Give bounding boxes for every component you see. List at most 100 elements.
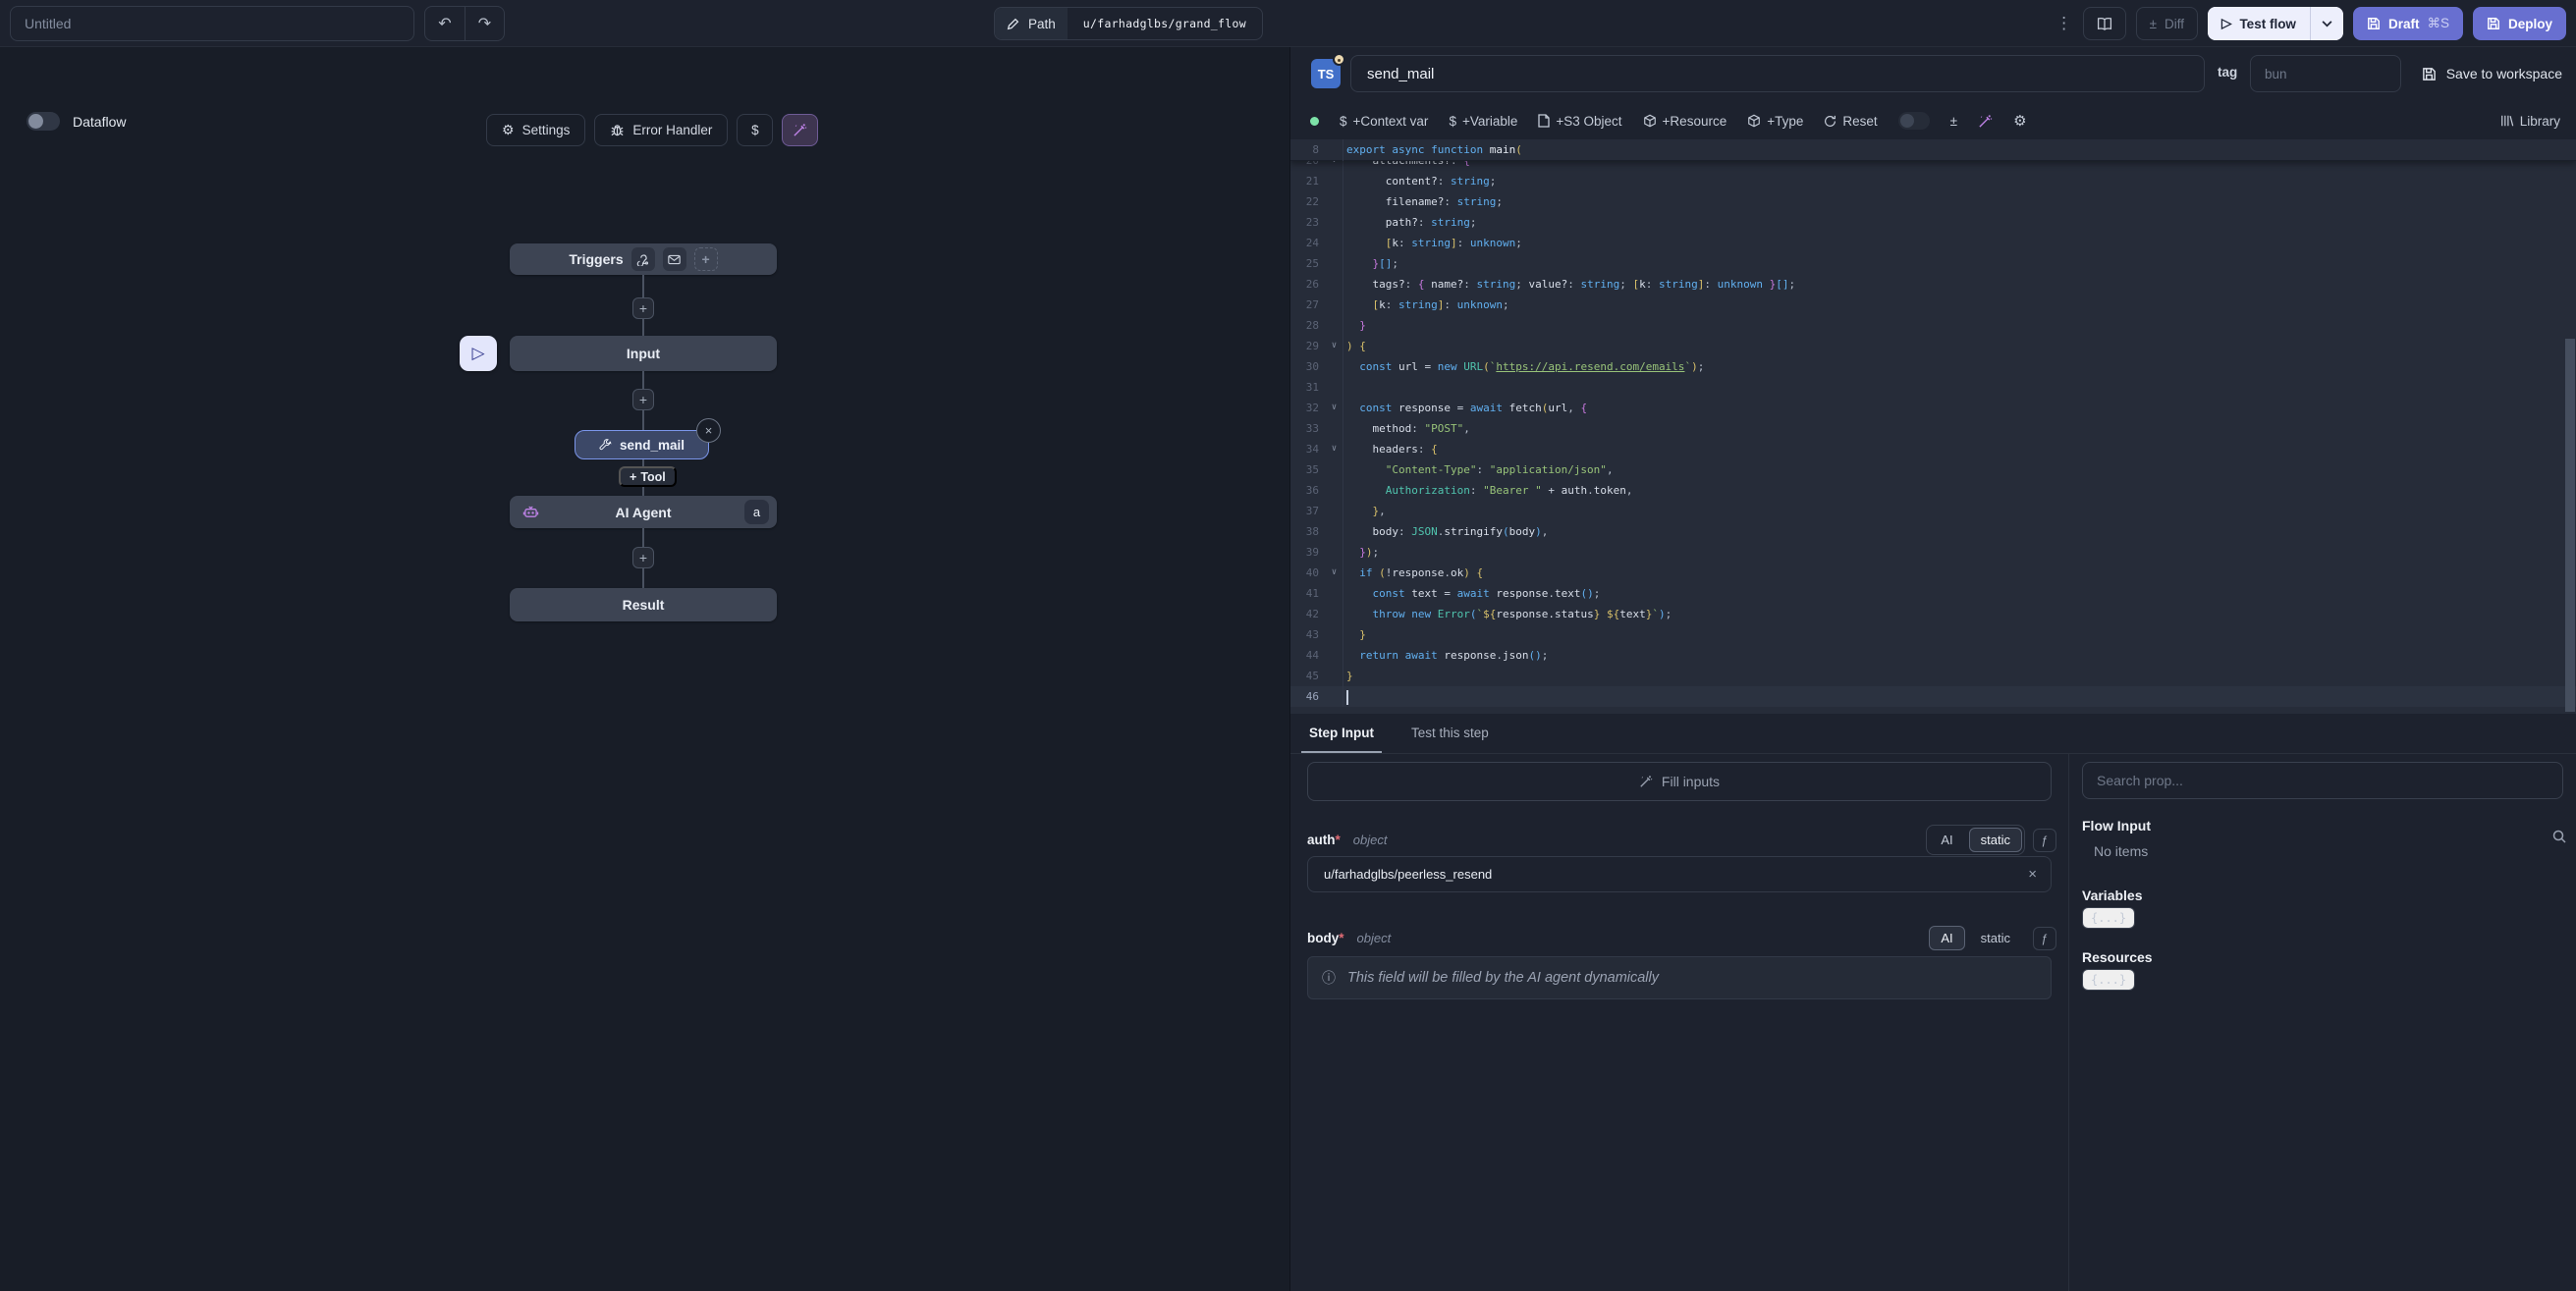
fill-inputs-button[interactable]: Fill inputs bbox=[1307, 762, 2052, 801]
draft-shortcut: ⌘S bbox=[2427, 16, 2449, 31]
library-button[interactable]: Library bbox=[2500, 114, 2560, 129]
tab-step-input[interactable]: Step Input bbox=[1307, 726, 1376, 753]
code-line[interactable]: 28 } bbox=[1290, 315, 2576, 336]
code-line[interactable]: 37 }, bbox=[1290, 501, 2576, 521]
assistant-toggle[interactable] bbox=[1898, 112, 1930, 130]
run-input-button[interactable]: ▷ bbox=[460, 336, 497, 371]
remove-tool-button[interactable]: × bbox=[696, 418, 721, 443]
code-line[interactable]: 8export async function main( bbox=[1290, 139, 2576, 161]
auth-mode-static[interactable]: static bbox=[1969, 828, 2022, 852]
code-line[interactable]: 21 content?: string; bbox=[1290, 171, 2576, 191]
code-line[interactable]: 23 path?: string; bbox=[1290, 212, 2576, 233]
triggers-node[interactable]: Triggers + bbox=[510, 243, 777, 275]
fold-chevron-icon[interactable]: ∨ bbox=[1326, 398, 1343, 418]
diff-button[interactable]: ± Diff bbox=[2136, 7, 2198, 40]
code-line[interactable]: 35 "Content-Type": "application/json", bbox=[1290, 459, 2576, 480]
docs-button[interactable] bbox=[2083, 7, 2126, 40]
ai-agent-node[interactable]: AI Agent a bbox=[510, 496, 777, 528]
add-s3-object-button[interactable]: +S3 Object bbox=[1538, 114, 1621, 129]
add-type-button[interactable]: +Type bbox=[1747, 114, 1803, 129]
email-trigger-icon[interactable] bbox=[663, 247, 686, 271]
ai-wand-button[interactable] bbox=[782, 114, 818, 146]
clear-auth-button[interactable]: × bbox=[2014, 866, 2051, 883]
code-line[interactable]: 27 [k: string]: unknown; bbox=[1290, 295, 2576, 315]
fold-chevron-icon[interactable]: ∨ bbox=[1326, 336, 1343, 356]
insert-step-button[interactable]: + bbox=[632, 547, 654, 568]
test-flow-button[interactable]: ▷ Test flow bbox=[2208, 7, 2310, 40]
code-line[interactable]: 44 return await response.json(); bbox=[1290, 645, 2576, 666]
error-handler-button[interactable]: Error Handler bbox=[594, 114, 728, 146]
code-lines[interactable]: 20∨ attachments?: {21 content?: string;2… bbox=[1290, 150, 2576, 707]
save-to-workspace-button[interactable]: Save to workspace bbox=[2422, 55, 2562, 92]
code-line[interactable]: 43 } bbox=[1290, 624, 2576, 645]
input-node[interactable]: Input bbox=[510, 336, 777, 371]
insert-step-button[interactable]: + bbox=[632, 389, 654, 410]
add-resource-button[interactable]: +Resource bbox=[1643, 114, 1727, 129]
agent-result-badge[interactable]: a bbox=[744, 500, 769, 524]
code-editor[interactable]: 20∨ attachments?: {21 content?: string;2… bbox=[1290, 139, 2576, 714]
fold-chevron-icon[interactable]: ∨ bbox=[1326, 563, 1343, 583]
code-line[interactable]: 45} bbox=[1290, 666, 2576, 686]
search-icon[interactable] bbox=[2551, 829, 2567, 844]
tag-input[interactable] bbox=[2250, 55, 2401, 92]
code-line[interactable]: 46 bbox=[1290, 686, 2576, 707]
add-context-var-button[interactable]: $ +Context var bbox=[1340, 114, 1428, 129]
code-line[interactable]: 22 filename?: string; bbox=[1290, 191, 2576, 212]
insert-step-button[interactable]: + bbox=[632, 297, 654, 319]
code-line[interactable]: 24 [k: string]: unknown; bbox=[1290, 233, 2576, 253]
code-line[interactable]: 41 const text = await response.text(); bbox=[1290, 583, 2576, 604]
flow-name-input[interactable] bbox=[10, 6, 414, 41]
dataflow-toggle[interactable] bbox=[27, 112, 60, 131]
code-line[interactable]: 29∨) { bbox=[1290, 336, 2576, 356]
code-line[interactable]: 32∨ const response = await fetch(url, { bbox=[1290, 398, 2576, 418]
code-line[interactable]: 30 const url = new URL(`https://api.rese… bbox=[1290, 356, 2576, 377]
tab-test-this-step[interactable]: Test this step bbox=[1409, 726, 1491, 753]
add-trigger-button[interactable]: + bbox=[694, 247, 718, 271]
dollar-button[interactable]: $ bbox=[737, 114, 773, 146]
flow-canvas[interactable]: Dataflow ⚙ Settings Error Handler $ Trig… bbox=[0, 47, 1289, 1291]
code-scrollbar-thumb[interactable] bbox=[2565, 339, 2575, 712]
expression-mode-icon[interactable]: ƒ bbox=[2033, 927, 2056, 950]
body-mode-ai[interactable]: AI bbox=[1929, 926, 1964, 950]
webhook-trigger-icon[interactable] bbox=[631, 247, 655, 271]
deploy-button[interactable]: Deploy bbox=[2473, 7, 2566, 40]
code-line[interactable]: 31 bbox=[1290, 377, 2576, 398]
code-line[interactable]: 38 body: JSON.stringify(body), bbox=[1290, 521, 2576, 542]
auth-mode-ai[interactable]: AI bbox=[1929, 828, 1964, 852]
diff-mode-button[interactable]: ± bbox=[1950, 114, 1957, 129]
prop-search-input[interactable] bbox=[2082, 762, 2563, 799]
draft-label: Draft bbox=[2388, 17, 2420, 31]
draft-button[interactable]: Draft ⌘S bbox=[2353, 7, 2463, 40]
add-variable-button[interactable]: $ +Variable bbox=[1449, 114, 1517, 129]
fold-chevron-icon[interactable]: ∨ bbox=[1326, 439, 1343, 459]
test-flow-dropdown[interactable] bbox=[2310, 7, 2343, 40]
auth-value-input[interactable] bbox=[1308, 867, 2014, 882]
resources-object-chip[interactable]: {...} bbox=[2082, 969, 2135, 991]
save-to-workspace-label: Save to workspace bbox=[2446, 66, 2562, 81]
body-mode-static[interactable]: static bbox=[1969, 926, 2022, 950]
settings-button[interactable]: ⚙ Settings bbox=[486, 114, 585, 146]
variables-object-chip[interactable]: {...} bbox=[2082, 907, 2135, 929]
code-line[interactable]: 40∨ if (!response.ok) { bbox=[1290, 563, 2576, 583]
code-line[interactable]: 33 method: "POST", bbox=[1290, 418, 2576, 439]
undo-button[interactable]: ↶ bbox=[425, 7, 465, 40]
code-line[interactable]: 34∨ headers: { bbox=[1290, 439, 2576, 459]
ai-wand-button[interactable] bbox=[1978, 114, 1993, 129]
path-chip[interactable]: Path u/farhadglbs/grand_flow bbox=[994, 7, 1263, 40]
redo-icon: ↷ bbox=[478, 16, 491, 32]
plus-minus-icon: ± bbox=[2150, 17, 2157, 31]
more-menu-button[interactable]: ⋮ bbox=[2055, 14, 2073, 33]
code-line[interactable]: 25 }[]; bbox=[1290, 253, 2576, 274]
redo-button[interactable]: ↷ bbox=[465, 7, 504, 40]
code-line[interactable]: 26 tags?: { name?: string; value?: strin… bbox=[1290, 274, 2576, 295]
reset-button[interactable]: Reset bbox=[1824, 114, 1877, 129]
code-line[interactable]: 36 Authorization: "Bearer " + auth.token… bbox=[1290, 480, 2576, 501]
step-name-input[interactable] bbox=[1350, 55, 2205, 92]
add-tool-button[interactable]: + Tool bbox=[619, 466, 677, 487]
send-mail-tool-node[interactable]: send_mail bbox=[575, 430, 709, 459]
editor-settings-button[interactable]: ⚙ bbox=[2013, 112, 2026, 130]
result-node[interactable]: Result bbox=[510, 588, 777, 621]
expression-mode-icon[interactable]: ƒ bbox=[2033, 829, 2056, 852]
code-line[interactable]: 42 throw new Error(`${response.status} $… bbox=[1290, 604, 2576, 624]
code-line[interactable]: 39 }); bbox=[1290, 542, 2576, 563]
